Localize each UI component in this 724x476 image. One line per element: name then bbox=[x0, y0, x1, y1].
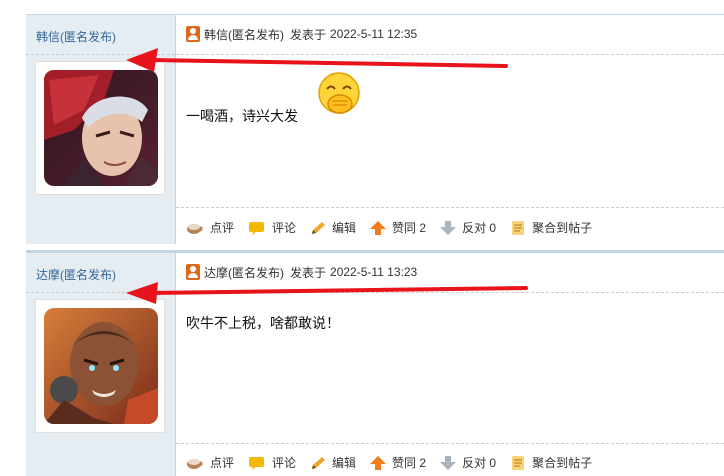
coffee-cup-icon bbox=[187, 223, 203, 234]
divider bbox=[26, 292, 175, 293]
rate-comment-label: 点评 bbox=[210, 221, 235, 235]
divider bbox=[176, 443, 724, 444]
reply-label: 评论 bbox=[272, 221, 297, 235]
coffee-cup-icon bbox=[187, 458, 203, 469]
post-2: 达摩(匿名发布) 达摩(匿名发布) 发表于 2022-5-11 13:23 吹牛… bbox=[26, 250, 724, 476]
rate-comment-label: 点评 bbox=[210, 456, 235, 470]
rate-comment-button[interactable]: 点评 bbox=[186, 454, 234, 471]
posted-label: 发表于 bbox=[290, 27, 327, 42]
post-date: 2022-5-11 13:23 bbox=[330, 265, 418, 279]
header-author[interactable]: 韩信(匿名发布) bbox=[204, 26, 284, 43]
edit-label: 编辑 bbox=[332, 456, 357, 470]
divider bbox=[26, 54, 175, 55]
post-date: 2022-5-11 12:35 bbox=[330, 27, 418, 41]
post-header: 韩信(匿名发布) 发表于 2022-5-11 12:35 bbox=[186, 26, 417, 42]
note-icon bbox=[512, 455, 525, 470]
post-actions: 点评 评论 编辑 赞同 2 反对 0 聚合到帖子 bbox=[186, 219, 606, 236]
post-body: 达摩(匿名发布) 发表于 2022-5-11 13:23 吹牛不上税，啥都敢说！… bbox=[176, 250, 724, 476]
face-with-hand-over-mouth-icon bbox=[318, 72, 360, 114]
aggregate-to-thread-button[interactable]: 聚合到帖子 bbox=[510, 219, 592, 236]
thread-view: 韩信(匿名发布) 韩信(匿名发布) 发表于 2022-5-11 12:35 一喝… bbox=[0, 0, 724, 476]
post-content: 吹牛不上税，啥都敢说！ bbox=[186, 315, 340, 331]
support-button[interactable]: 赞同 2 bbox=[370, 219, 426, 236]
divider bbox=[176, 292, 724, 293]
user-icon bbox=[186, 264, 200, 280]
oppose-count: 反对 0 bbox=[462, 221, 497, 235]
edit-button[interactable]: 编辑 bbox=[310, 219, 356, 236]
pencil-icon bbox=[312, 456, 326, 469]
post-actions: 点评 评论 编辑 赞同 2 反对 0 聚合到帖子 bbox=[186, 454, 606, 471]
speech-bubble-icon bbox=[249, 456, 265, 470]
avatar-frame bbox=[35, 299, 165, 433]
note-icon bbox=[512, 220, 525, 235]
speech-bubble-icon bbox=[249, 221, 265, 235]
pencil-icon bbox=[312, 221, 326, 234]
support-button[interactable]: 赞同 2 bbox=[370, 454, 426, 471]
arrow-up-icon bbox=[370, 455, 387, 470]
left-gutter bbox=[0, 0, 26, 476]
aggregate-label: 聚合到帖子 bbox=[532, 221, 593, 235]
arrow-up-icon bbox=[370, 220, 387, 235]
reply-button[interactable]: 评论 bbox=[248, 219, 296, 236]
arrow-down-icon bbox=[440, 220, 457, 235]
user-icon bbox=[186, 26, 200, 42]
arrow-down-icon bbox=[440, 455, 457, 470]
post-header: 达摩(匿名发布) 发表于 2022-5-11 13:23 bbox=[186, 264, 417, 280]
post-1: 韩信(匿名发布) 韩信(匿名发布) 发表于 2022-5-11 12:35 一喝… bbox=[26, 14, 724, 244]
avatar[interactable] bbox=[44, 70, 158, 186]
aggregate-to-thread-button[interactable]: 聚合到帖子 bbox=[510, 454, 592, 471]
oppose-button[interactable]: 反对 0 bbox=[440, 219, 496, 236]
avatar[interactable] bbox=[44, 308, 158, 424]
divider bbox=[176, 54, 724, 55]
avatar-frame bbox=[35, 61, 165, 195]
rate-comment-button[interactable]: 点评 bbox=[186, 219, 234, 236]
oppose-count: 反对 0 bbox=[462, 456, 497, 470]
author-sidebar: 达摩(匿名发布) bbox=[26, 250, 176, 476]
reply-button[interactable]: 评论 bbox=[248, 454, 296, 471]
edit-label: 编辑 bbox=[332, 221, 357, 235]
author-name-link[interactable]: 韩信(匿名发布) bbox=[36, 28, 116, 45]
support-count: 赞同 2 bbox=[392, 456, 427, 470]
aggregate-label: 聚合到帖子 bbox=[532, 456, 593, 470]
divider bbox=[176, 207, 724, 208]
header-author[interactable]: 达摩(匿名发布) bbox=[204, 264, 284, 281]
reply-label: 评论 bbox=[272, 456, 297, 470]
oppose-button[interactable]: 反对 0 bbox=[440, 454, 496, 471]
edit-button[interactable]: 编辑 bbox=[310, 454, 356, 471]
author-name-link[interactable]: 达摩(匿名发布) bbox=[36, 266, 116, 283]
support-count: 赞同 2 bbox=[392, 221, 427, 235]
author-sidebar: 韩信(匿名发布) bbox=[26, 14, 176, 244]
post-content: 一喝酒，诗兴大发 bbox=[186, 108, 298, 124]
posted-label: 发表于 bbox=[290, 265, 327, 280]
post-body: 韩信(匿名发布) 发表于 2022-5-11 12:35 一喝酒，诗兴大发 点评 bbox=[176, 14, 724, 244]
